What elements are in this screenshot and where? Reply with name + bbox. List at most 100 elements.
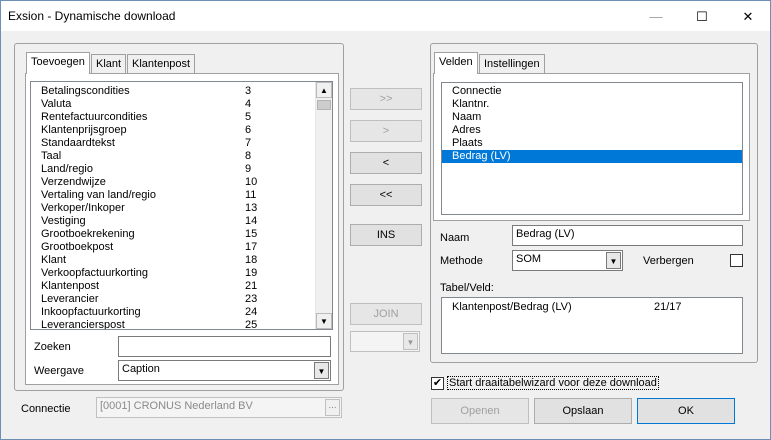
join-select[interactable]: ▼ bbox=[350, 331, 420, 352]
field-number: 24 bbox=[245, 306, 258, 318]
close-button[interactable]: ✕ bbox=[725, 1, 771, 32]
tabel-veld-label: Tabel/Veld: bbox=[440, 282, 494, 294]
naam-input[interactable]: Bedrag (LV) bbox=[512, 225, 743, 246]
field-number: 3 bbox=[245, 85, 252, 97]
field-number: 18 bbox=[245, 254, 258, 266]
connection-field: [0001] CRONUS Nederland BV ... bbox=[96, 397, 342, 418]
field-number: 10 bbox=[245, 176, 258, 188]
list-item[interactable]: Klantenprijsgroep 6 bbox=[31, 124, 315, 137]
list-item[interactable]: Leverancierspost 25 bbox=[31, 319, 315, 330]
list-item[interactable]: Verzendwijze 10 bbox=[31, 176, 315, 189]
scroll-thumb[interactable] bbox=[317, 100, 331, 110]
field-number: 14 bbox=[245, 215, 258, 227]
selected-field-item[interactable]: Connectie bbox=[442, 85, 742, 98]
chevron-down-icon[interactable]: ▼ bbox=[403, 333, 418, 350]
selected-field-item[interactable]: Bedrag (LV) bbox=[442, 150, 742, 163]
field-number: 15 bbox=[245, 228, 258, 240]
window-title: Exsion - Dynamische download bbox=[8, 9, 176, 23]
list-item[interactable]: Standaardtekst 7 bbox=[31, 137, 315, 150]
list-item[interactable]: Klant 18 bbox=[31, 254, 315, 267]
list-item[interactable]: Klantenpost 21 bbox=[31, 280, 315, 293]
verbergen-checkbox[interactable] bbox=[730, 254, 743, 267]
selected-field-item[interactable]: Plaats bbox=[442, 137, 742, 150]
list-scrollbar[interactable]: ▲ ▼ bbox=[315, 82, 332, 329]
selected-field-name: Klantnr. bbox=[452, 98, 490, 110]
browse-button[interactable]: ... bbox=[325, 399, 340, 416]
field-number: 17 bbox=[245, 241, 258, 253]
tab-instellingen[interactable]: Instellingen bbox=[479, 54, 545, 74]
field-number: 7 bbox=[245, 137, 252, 149]
ins-button[interactable]: INS bbox=[350, 224, 422, 246]
field-name: Klantenpost bbox=[41, 280, 100, 292]
list-item[interactable]: Taal 8 bbox=[31, 150, 315, 163]
list-item[interactable]: Verkoopfactuurkorting 19 bbox=[31, 267, 315, 280]
tab-toevoegen[interactable]: Toevoegen bbox=[26, 52, 90, 74]
minimize-button[interactable]: — bbox=[633, 1, 679, 32]
list-item[interactable]: Grootboekrekening 15 bbox=[31, 228, 315, 241]
open-button[interactable]: Openen bbox=[431, 398, 529, 424]
display-label: Weergave bbox=[34, 365, 84, 377]
ok-button[interactable]: OK bbox=[637, 398, 735, 424]
field-number: 13 bbox=[245, 202, 258, 214]
selected-field-item[interactable]: Adres bbox=[442, 124, 742, 137]
remove-button[interactable]: < bbox=[350, 152, 422, 174]
join-button[interactable]: JOIN bbox=[350, 303, 422, 325]
scroll-down-icon[interactable]: ▼ bbox=[316, 313, 332, 329]
list-item[interactable]: Grootboekpost 17 bbox=[31, 241, 315, 254]
save-button[interactable]: Opslaan bbox=[534, 398, 632, 424]
chevron-down-icon[interactable]: ▼ bbox=[314, 362, 329, 379]
add-button[interactable]: > bbox=[350, 120, 422, 142]
display-select[interactable]: Caption ▼ bbox=[118, 360, 331, 381]
pivot-checkbox[interactable]: ✔ bbox=[431, 377, 444, 390]
title-bar[interactable]: Exsion - Dynamische download — ☐ ✕ bbox=[1, 1, 770, 32]
tabel-veld-list[interactable]: Klantenpost/Bedrag (LV) 21/17 bbox=[441, 297, 743, 354]
selected-field-item[interactable]: Naam bbox=[442, 111, 742, 124]
field-number: 4 bbox=[245, 98, 252, 110]
field-name: Verkoopfactuurkorting bbox=[41, 267, 149, 279]
list-item[interactable]: Rentefactuurcondities 5 bbox=[31, 111, 315, 124]
display-value: Caption bbox=[122, 363, 160, 375]
connection-value: [0001] CRONUS Nederland BV bbox=[100, 400, 253, 412]
list-item[interactable]: Verkoper/Inkoper 13 bbox=[31, 202, 315, 215]
list-item[interactable]: Valuta 4 bbox=[31, 98, 315, 111]
list-item[interactable]: Vestiging 14 bbox=[31, 215, 315, 228]
list-item[interactable]: Klantenpost/Bedrag (LV) 21/17 bbox=[442, 301, 742, 314]
field-name: Verkoper/Inkoper bbox=[41, 202, 125, 214]
methode-select[interactable]: SOM ▼ bbox=[512, 250, 623, 271]
scroll-up-icon[interactable]: ▲ bbox=[316, 82, 332, 98]
selected-field-name: Naam bbox=[452, 111, 482, 123]
methode-value: SOM bbox=[516, 253, 542, 265]
list-item[interactable]: Leverancier 23 bbox=[31, 293, 315, 306]
field-name: Leverancierspost bbox=[41, 319, 125, 330]
field-name: Standaardtekst bbox=[41, 137, 115, 149]
field-number: 25 bbox=[245, 319, 258, 330]
available-fields-list[interactable]: Betalingscondities 3 Valuta 4 Rentefactuurco… bbox=[30, 81, 333, 330]
field-number: 5 bbox=[245, 111, 252, 123]
field-name: Rentefactuurcondities bbox=[41, 111, 148, 123]
field-name: Klantenprijsgroep bbox=[41, 124, 127, 136]
field-name: Vestiging bbox=[41, 215, 86, 227]
tab-klantenpost[interactable]: Klantenpost bbox=[127, 54, 196, 74]
field-name: Betalingscondities bbox=[41, 85, 130, 97]
field-name: Klant bbox=[41, 254, 67, 266]
pivot-label[interactable]: Start draaitabelwizard voor deze downloa… bbox=[447, 376, 659, 390]
list-item[interactable]: Betalingscondities 3 bbox=[31, 85, 315, 98]
list-item[interactable]: Inkoopfactuurkorting 24 bbox=[31, 306, 315, 319]
selected-field-item[interactable]: Klantnr. bbox=[442, 98, 742, 111]
selected-fields-list[interactable]: Connectie Klantnr. Naam Adres Plaats Bedrag (… bbox=[441, 82, 743, 215]
connection-label: Connectie bbox=[21, 403, 71, 415]
field-name: Leverancier bbox=[41, 293, 99, 305]
verbergen-label: Verbergen bbox=[643, 255, 694, 267]
field-number: 11 bbox=[245, 189, 257, 201]
selected-field-name: Adres bbox=[452, 124, 481, 136]
maximize-button[interactable]: ☐ bbox=[679, 1, 725, 32]
search-input[interactable] bbox=[118, 336, 331, 357]
remove-all-button[interactable]: << bbox=[350, 184, 422, 206]
list-item[interactable]: Vertaling van land/regio 11 bbox=[31, 189, 315, 202]
tabel-veld-ref: 21/17 bbox=[654, 301, 682, 313]
tab-velden[interactable]: Velden bbox=[434, 52, 478, 74]
list-item[interactable]: Land/regio 9 bbox=[31, 163, 315, 176]
chevron-down-icon[interactable]: ▼ bbox=[606, 252, 621, 269]
tab-klant[interactable]: Klant bbox=[91, 54, 127, 74]
add-all-button[interactable]: >> bbox=[350, 88, 422, 110]
